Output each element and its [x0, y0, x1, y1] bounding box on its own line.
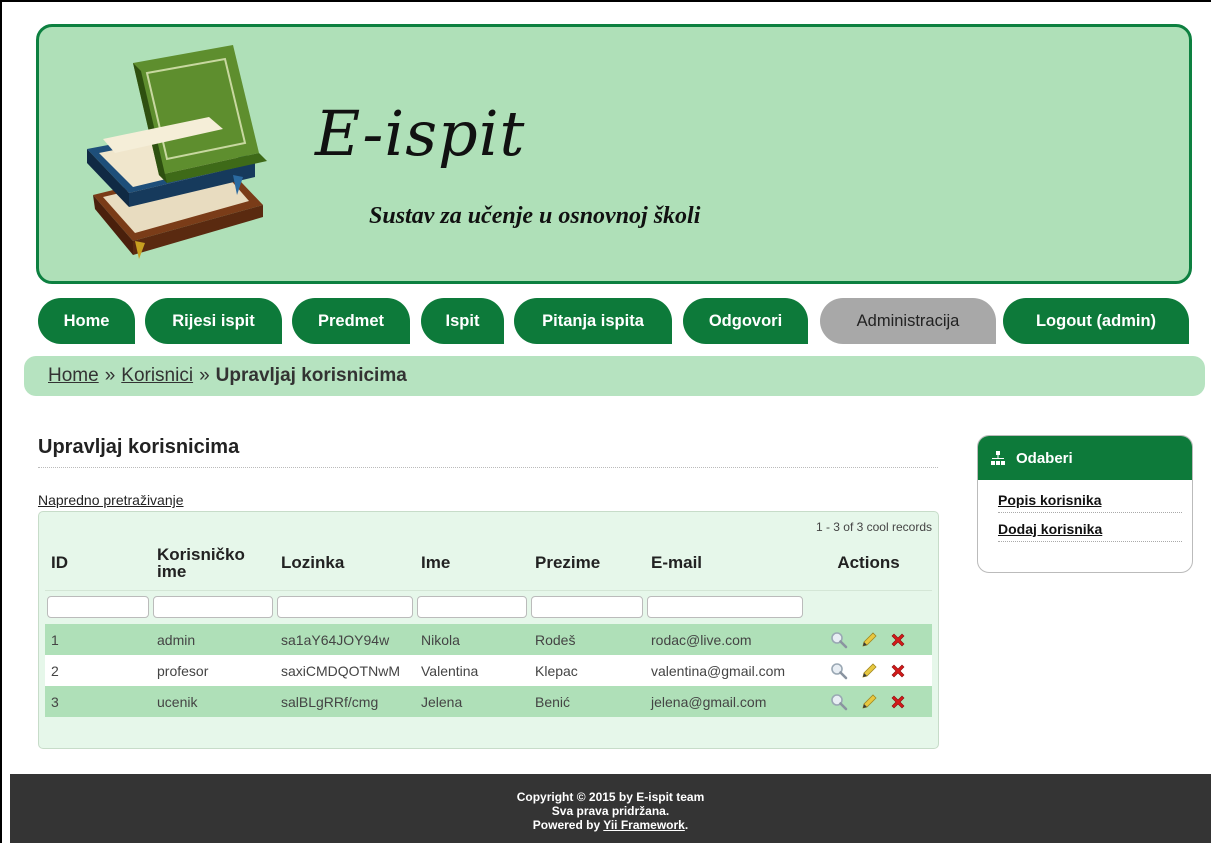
cell-id: 2	[45, 655, 151, 686]
column-header-first-name[interactable]: Ime	[415, 536, 529, 591]
cell-username: ucenik	[151, 686, 275, 717]
filter-first-name-input[interactable]	[417, 596, 527, 619]
nav-administracija[interactable]: Administracija	[820, 298, 996, 344]
site-title: E-ispit	[315, 97, 526, 170]
cell-password: saxiCMDQOTNwM	[275, 655, 415, 686]
cell-actions	[805, 686, 932, 717]
breadcrumb-separator: »	[199, 365, 210, 386]
cell-actions	[805, 655, 932, 686]
cell-email: valentina@gmail.com	[645, 655, 805, 686]
page-title: Upravljaj korisnicima	[38, 436, 938, 468]
sidebar-item-label[interactable]: Popis korisnika	[998, 492, 1101, 508]
sidebar-item-label[interactable]: Dodaj korisnika	[998, 521, 1102, 537]
footer-powered-by: Powered by Yii Framework.	[532, 818, 689, 832]
sidebar-item-dodaj-korisnika: Dodaj korisnika	[998, 517, 1182, 542]
breadcrumb-home-link[interactable]: Home	[48, 365, 99, 387]
advanced-search-link[interactable]: Napredno pretraživanje	[38, 492, 184, 508]
cell-last-name: Rodeš	[529, 624, 645, 655]
nav-odgovori[interactable]: Odgovori	[683, 298, 808, 344]
cell-id: 1	[45, 624, 151, 655]
filter-email-input[interactable]	[647, 596, 803, 619]
delete-icon[interactable]	[889, 662, 907, 680]
view-icon[interactable]	[830, 693, 848, 711]
site-header: E-ispit Sustav za učenje u osnovnoj škol…	[36, 24, 1192, 284]
nav-ispit[interactable]: Ispit	[421, 298, 504, 344]
nav-rijesi-ispit[interactable]: Rijesi ispit	[145, 298, 282, 344]
cell-password: sa1aY64JOY94w	[275, 624, 415, 655]
column-header-password[interactable]: Lozinka	[275, 536, 415, 591]
yii-framework-link[interactable]: Yii Framework	[603, 818, 685, 832]
cell-last-name: Klepac	[529, 655, 645, 686]
cell-email: jelena@gmail.com	[645, 686, 805, 717]
column-header-username[interactable]: Korisničko ime	[151, 536, 275, 591]
breadcrumb-current: Upravljaj korisnicima	[215, 365, 407, 386]
cell-first-name: Valentina	[415, 655, 529, 686]
cell-password: salBLgRRf/cmg	[275, 686, 415, 717]
view-icon[interactable]	[830, 662, 848, 680]
users-table: ID Korisničko ime Lozinka Ime Prezime E-…	[45, 536, 932, 717]
cell-first-name: Jelena	[415, 686, 529, 717]
filter-row	[45, 590, 932, 624]
column-header-last-name[interactable]: Prezime	[529, 536, 645, 591]
nav-pitanja-ispita[interactable]: Pitanja ispita	[514, 298, 672, 344]
breadcrumb-korisnici-link[interactable]: Korisnici	[121, 365, 193, 387]
sidebar-portlet: Odaberi Popis korisnika Dodaj korisnika	[977, 435, 1193, 573]
edit-icon[interactable]	[860, 631, 878, 649]
filter-id-input[interactable]	[47, 596, 149, 619]
cell-last-name: Benić	[529, 686, 645, 717]
column-header-id[interactable]: ID	[45, 536, 151, 591]
edit-icon[interactable]	[860, 693, 878, 711]
cell-actions	[805, 624, 932, 655]
edit-icon[interactable]	[860, 662, 878, 680]
column-header-email[interactable]: E-mail	[645, 536, 805, 591]
column-header-actions: Actions	[805, 536, 932, 591]
nav-predmet[interactable]: Predmet	[292, 298, 410, 344]
breadcrumb-separator: »	[104, 365, 116, 386]
breadcrumb: Home » Korisnici » Upravljaj korisnicima	[24, 356, 1205, 396]
nav-home[interactable]: Home	[38, 298, 135, 344]
sidebar-title: Odaberi	[1016, 449, 1073, 467]
delete-icon[interactable]	[889, 631, 907, 649]
sitemap-icon	[991, 451, 1005, 465]
users-grid: 1 - 3 of 3 cool records ID Korisničko im…	[38, 511, 939, 749]
filter-password-input[interactable]	[277, 596, 413, 619]
table-header-row: ID Korisničko ime Lozinka Ime Prezime E-…	[45, 536, 932, 591]
table-row: 2 profesor saxiCMDQOTNwM Valentina Klepa…	[45, 655, 932, 686]
cell-id: 3	[45, 686, 151, 717]
view-icon[interactable]	[830, 631, 848, 649]
table-row: 3 ucenik salBLgRRf/cmg Jelena Benić jele…	[45, 686, 932, 717]
footer-rights: Sva prava pridržana.	[551, 804, 670, 818]
cell-email: rodac@live.com	[645, 624, 805, 655]
nav-logout[interactable]: Logout (admin)	[1003, 298, 1189, 344]
books-logo-icon	[87, 45, 267, 259]
cell-username: profesor	[151, 655, 275, 686]
cell-first-name: Nikola	[415, 624, 529, 655]
delete-icon[interactable]	[889, 693, 907, 711]
page: E-ispit Sustav za učenje u osnovnoj škol…	[2, 2, 1211, 843]
filter-last-name-input[interactable]	[531, 596, 643, 619]
filter-username-input[interactable]	[153, 596, 273, 619]
sidebar-header: Odaberi	[978, 436, 1192, 480]
site-subtitle: Sustav za učenje u osnovnoj školi	[369, 203, 701, 229]
grid-summary: 1 - 3 of 3 cool records	[815, 520, 932, 534]
sidebar-item-popis-korisnika: Popis korisnika	[998, 488, 1182, 513]
sidebar-menu: Popis korisnika Dodaj korisnika	[978, 480, 1192, 542]
cell-username: admin	[151, 624, 275, 655]
table-row: 1 admin sa1aY64JOY94w Nikola Rodeš rodac…	[45, 624, 932, 655]
footer-copyright: Copyright © 2015 by E-ispit team	[516, 790, 705, 804]
site-footer: Copyright © 2015 by E-ispit team Sva pra…	[10, 774, 1211, 843]
